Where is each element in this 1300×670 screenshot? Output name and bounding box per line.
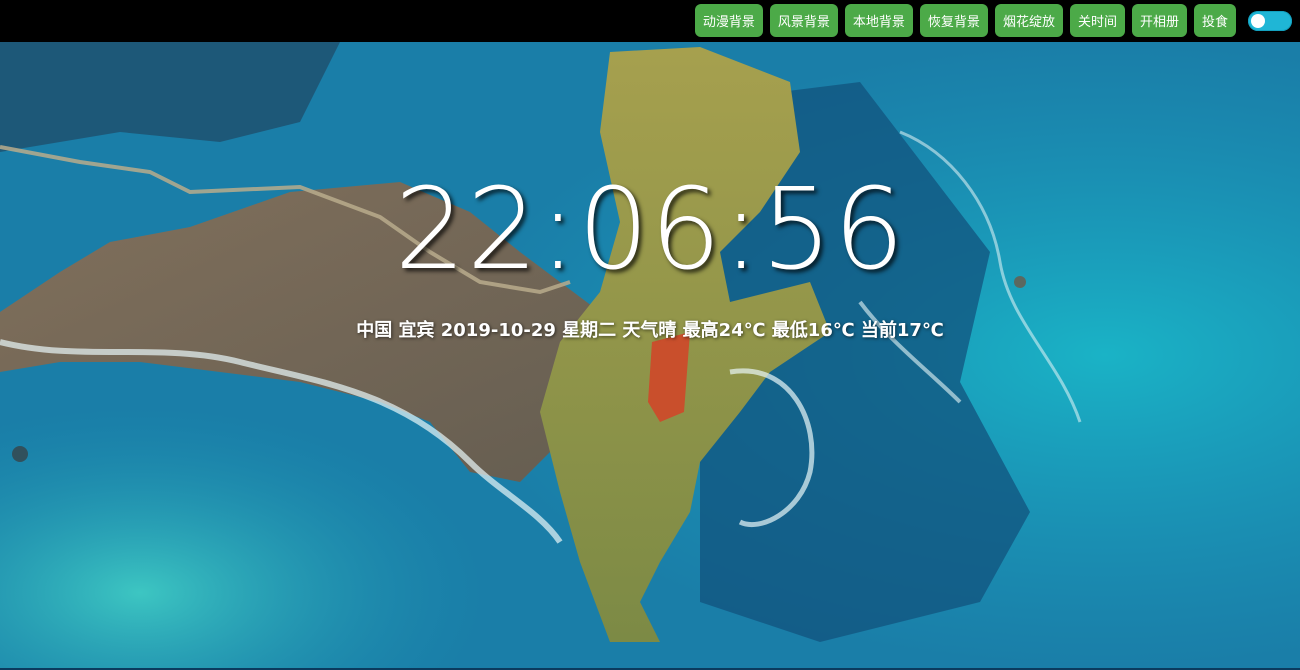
toolbar-button-row: 动漫背景 风景背景 本地背景 恢复背景 烟花绽放 关时间 开相册 投食: [694, 4, 1292, 37]
anime-background-button[interactable]: 动漫背景: [694, 4, 763, 37]
open-album-button[interactable]: 开相册: [1131, 4, 1187, 37]
top-toolbar: 动漫背景 风景背景 本地背景 恢复背景 烟花绽放 关时间 开相册 投食: [0, 0, 1300, 42]
background-illustration: [0, 42, 1300, 668]
local-background-button[interactable]: 本地背景: [844, 4, 913, 37]
feed-button[interactable]: 投食: [1193, 4, 1236, 37]
location-weather-info: 中国 宜宾 2019-10-29 星期二 天气晴 最高24℃ 最低16℃ 当前1…: [356, 320, 944, 341]
hide-time-button[interactable]: 关时间: [1069, 4, 1125, 37]
aerial-coast-background-image: [0, 42, 1300, 668]
digital-clock: 22:06:56: [394, 165, 906, 295]
fireworks-button[interactable]: 烟花绽放: [994, 4, 1063, 37]
theme-toggle-switch[interactable]: [1248, 10, 1292, 31]
restore-background-button[interactable]: 恢复背景: [919, 4, 988, 37]
scenery-background-button[interactable]: 风景背景: [769, 4, 838, 37]
toggle-knob: [1251, 13, 1265, 28]
